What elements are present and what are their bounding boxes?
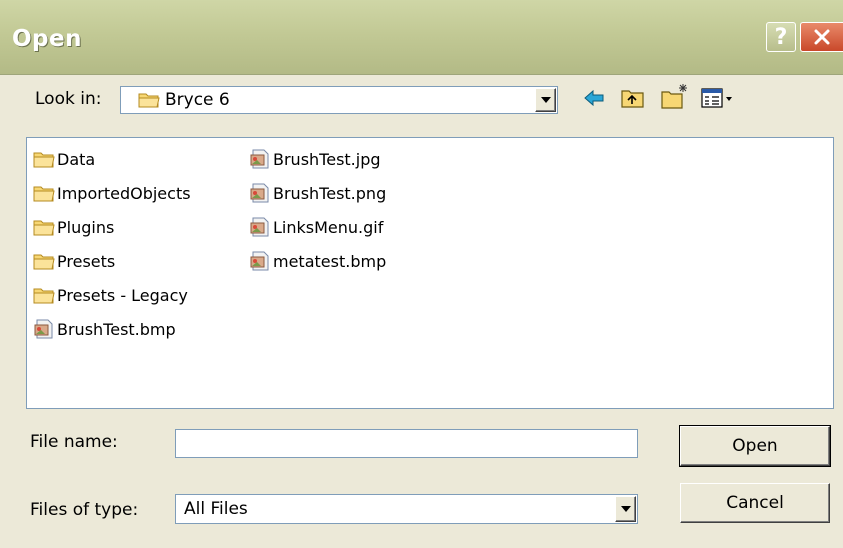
files-of-type-label: Files of type: bbox=[30, 500, 139, 520]
item-label: Plugins bbox=[57, 217, 115, 237]
item-label: metatest.bmp bbox=[273, 251, 387, 271]
folder-icon bbox=[138, 93, 160, 108]
folder-icon bbox=[33, 220, 55, 236]
folder-icon bbox=[33, 186, 55, 202]
files-of-type-value: All Files bbox=[184, 499, 248, 519]
file-list-item[interactable]: BrushTest.bmp bbox=[33, 317, 176, 341]
new-folder-icon[interactable] bbox=[660, 82, 690, 110]
item-label: BrushTest.png bbox=[273, 183, 387, 203]
image-file-icon bbox=[250, 251, 269, 271]
view-menu-icon[interactable] bbox=[700, 87, 734, 109]
folder-list-item[interactable]: Plugins bbox=[33, 215, 114, 239]
file-list[interactable]: Data ImportedObjects Plugins Presets Presets… bbox=[26, 137, 834, 409]
chevron-down-icon bbox=[540, 97, 551, 103]
folder-list-item[interactable]: ImportedObjects bbox=[33, 181, 191, 205]
folder-list-item[interactable]: Presets - Legacy bbox=[33, 283, 188, 307]
folder-list-item[interactable]: Data bbox=[33, 147, 95, 171]
item-label: BrushTest.bmp bbox=[57, 319, 176, 339]
dialog-title: Open bbox=[12, 26, 82, 52]
help-button[interactable]: ? bbox=[766, 22, 796, 52]
file-list-item[interactable]: metatest.bmp bbox=[249, 249, 386, 273]
help-icon: ? bbox=[774, 24, 788, 50]
close-icon bbox=[814, 29, 830, 45]
open-dialog: Open ? Look in: Bryce 6 Data ImportedObj… bbox=[0, 0, 843, 548]
look-in-dropdown-button[interactable] bbox=[535, 88, 556, 112]
item-label: Presets - Legacy bbox=[57, 285, 188, 305]
item-label: BrushTest.jpg bbox=[273, 149, 381, 169]
folder-icon bbox=[33, 152, 55, 168]
folder-icon bbox=[33, 254, 55, 270]
close-button[interactable] bbox=[800, 22, 843, 52]
image-file-icon bbox=[250, 217, 269, 237]
image-file-icon bbox=[250, 183, 269, 203]
file-list-item[interactable]: LinksMenu.gif bbox=[249, 215, 383, 239]
look-in-label: Look in: bbox=[35, 89, 102, 109]
file-name-label: File name: bbox=[30, 432, 118, 452]
item-label: LinksMenu.gif bbox=[273, 217, 384, 237]
look-in-combo[interactable]: Bryce 6 bbox=[120, 86, 558, 114]
image-file-icon bbox=[34, 319, 53, 339]
item-label: Presets bbox=[57, 251, 116, 271]
up-folder-icon[interactable] bbox=[620, 87, 646, 109]
files-of-type-dropdown-button[interactable] bbox=[615, 496, 636, 522]
look-in-value: Bryce 6 bbox=[165, 90, 230, 110]
file-list-item[interactable]: BrushTest.png bbox=[249, 181, 386, 205]
back-arrow-icon[interactable] bbox=[582, 87, 606, 109]
folder-icon bbox=[33, 288, 55, 304]
item-label: Data bbox=[57, 149, 96, 169]
title-bar[interactable]: Open ? bbox=[0, 0, 843, 75]
image-file-icon bbox=[250, 149, 269, 169]
item-label: ImportedObjects bbox=[57, 183, 191, 203]
file-name-input[interactable] bbox=[175, 429, 638, 458]
cancel-button[interactable]: Cancel bbox=[680, 483, 830, 523]
file-list-item[interactable]: BrushTest.jpg bbox=[249, 147, 381, 171]
folder-list-item[interactable]: Presets bbox=[33, 249, 115, 273]
open-button[interactable]: Open bbox=[679, 425, 831, 467]
files-of-type-combo[interactable]: All Files bbox=[175, 494, 638, 524]
chevron-down-icon bbox=[620, 506, 631, 512]
